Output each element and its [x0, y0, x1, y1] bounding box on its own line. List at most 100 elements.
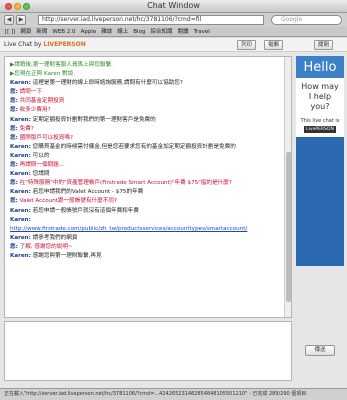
chat-message: 您: 免費? — [10, 125, 286, 134]
message-text: 這裡是第一理財的線上即時諮詢服務,請問有什麼可以協助您? — [30, 80, 183, 87]
print-button[interactable]: 列印 — [237, 40, 257, 50]
message-sender: Karen: — [10, 216, 31, 223]
bookmark-item[interactable]: 雜誌 — [101, 27, 112, 36]
message-text: 您請問 — [30, 171, 50, 178]
brand-logo: Live Chat by LIVEPERSON — [4, 41, 86, 48]
system-message-text: ▶您現在正與 Karen 對談. — [10, 71, 75, 78]
chat-message: 您: Valet Account跟一般帳號有什麼不同? — [10, 197, 286, 206]
chat-message: ▶請稍後,第一理財客服人員馬上與您聯繫. — [10, 61, 286, 70]
message-sender: Karen: — [10, 189, 31, 196]
ad-powered-badge: LivePERSON — [304, 126, 336, 133]
message-sender: Karen: — [10, 171, 31, 178]
email-button[interactable]: 電郵 — [264, 40, 284, 50]
ad-help-text: How may I help you? — [296, 78, 344, 116]
message-sender: Karen: — [10, 234, 31, 241]
message-text: 收多少費用? — [17, 107, 51, 114]
chat-message: 您: 再請問一個問題... — [10, 161, 286, 170]
chat-message: Karen: 這裡是第一理財的線上即時諮詢服務,請問有什麼可以協助您? — [10, 79, 286, 88]
chat-message: ▶您現在正與 Karen 對談. — [10, 70, 286, 79]
message-sender: 您: — [10, 98, 18, 105]
message-text: 共同基金定期投資 — [17, 98, 65, 105]
bookmark-item[interactable]: 網頁 — [20, 27, 31, 36]
back-button[interactable]: ◀ — [4, 15, 14, 25]
message-text: 您購買基金的時候需付傭金,但是您若要求您有的基金加定期定額投資計劃是免費的 — [30, 143, 236, 150]
ad-hello: Hello — [296, 56, 344, 78]
message-sender: Karen: — [10, 143, 31, 150]
brand-name: LIVEPERSON — [43, 41, 86, 48]
chat-message: Karen: 可以的 — [10, 152, 286, 161]
message-sender: 您: — [10, 180, 18, 187]
chat-message: 您: 共同基金定期投資 — [10, 97, 286, 106]
chat-message: Karen: 若您申請我們的Valet Account - $75的年費 — [10, 188, 286, 197]
message-text: 可以的 — [30, 152, 50, 159]
message-list: ▶請稍後,第一理財客服人員馬上與您聯繫. ▶您現在正與 Karen 對談. Kare… — [5, 57, 291, 265]
message-sender: Karen: — [10, 80, 31, 87]
message-text: 請問一下 — [17, 89, 42, 96]
bookmark-item[interactable]: [[ ]] — [5, 27, 15, 36]
message-sender: 您: — [10, 162, 18, 169]
system-message-text: ▶請稍後,第一理財客服人員馬上與您聯繫. — [10, 62, 113, 68]
bookmark-item[interactable]: 新聞 — [36, 27, 47, 36]
message-text: 若您申請一般帳號戶就沒有這個年費和年費 — [30, 207, 139, 214]
chat-message: 您: 國際版戶可以投資嗎? — [10, 134, 286, 143]
chat-message: Karen: 若您申請一般帳號戶就沒有這個年費和年費 — [10, 207, 286, 216]
ad-live-caption: This live chat is — [300, 118, 340, 124]
message-text: 國際版戶可以投資嗎? — [17, 134, 73, 141]
forward-button[interactable]: ▶ — [16, 15, 26, 25]
chat-transcript[interactable]: ▶請稍後,第一理財客服人員馬上與您聯繫. ▶您現在正與 Karen 對談. Kare… — [4, 56, 292, 318]
liveperson-ad[interactable]: Hello How may I help you? This live chat… — [296, 56, 344, 266]
close-chat-button[interactable]: 關閉 — [314, 40, 334, 50]
message-sender: 您: — [10, 107, 18, 114]
bookmark-item[interactable]: Blog — [133, 27, 145, 36]
ad-help-line: How may — [301, 82, 339, 91]
chat-message: 您: 了解, 感謝您的說明~ — [10, 243, 286, 252]
chat-message: Karen: 您購買基金的時候需付傭金,但是您若要求您有的基金加定期定額投資計劃… — [10, 143, 286, 152]
chat-message: Karen: 定期定額投資計劃對我們的第一理財客戶是免費的 — [10, 116, 286, 125]
bookmark-item[interactable]: 綜合知識 — [150, 27, 172, 36]
message-text: 若您申請我們的Valet Account - $75的年費 — [30, 189, 144, 196]
scrollbar-thumb[interactable] — [286, 152, 291, 302]
ad-live-text: This live chat is LivePERSON — [296, 116, 344, 137]
chat-message: Karen: — [10, 216, 286, 225]
chat-page: Live Chat by LIVEPERSON 列印 電郵 關閉 ▶請稍後,第一… — [0, 38, 347, 388]
chat-header: Live Chat by LIVEPERSON 列印 電郵 關閉 — [0, 38, 347, 52]
bookmark-item[interactable]: WEB 2.0 — [52, 27, 75, 36]
window-title: Chat Window — [147, 1, 200, 10]
message-text: 感謝您與第一理財聯繫,再見 — [30, 252, 102, 259]
chat-message: Karen: 感謝您與第一理財聯繫,再見 — [10, 252, 286, 261]
message-text: 免費? — [17, 125, 34, 132]
message-sender: Karen: — [10, 252, 31, 259]
message-text: 定期定額投資計劃對我們的第一理財客戶是免費的 — [30, 116, 156, 123]
message-sender: 您: — [10, 134, 18, 141]
message-sender: 您: — [10, 198, 18, 205]
chat-message: Karen: 您請問 — [10, 170, 286, 179]
chat-message: 您: 請問一下 — [10, 88, 286, 97]
message-sender: Karen: — [10, 116, 31, 123]
ad-help-line: I help — [308, 92, 332, 101]
chat-message: 您: 在"特殊服務"中的"資產管理帳戶(Firstrade Smart Acco… — [10, 179, 286, 188]
message-text: 在"特殊服務"中的"資產管理帳戶(Firstrade Smart Account… — [17, 180, 232, 187]
chat-message: 您: 收多少費用? — [10, 106, 286, 115]
bookmark-item[interactable]: 閱讀 — [177, 27, 188, 36]
ad-help-line: you? — [310, 102, 330, 111]
send-button[interactable]: 傳送 — [305, 345, 335, 356]
bookmarks-bar: [[ ]] 網頁 新聞 WEB 2.0 Apple 雜誌 線上 Blog 綜合知識 閱讀 Trave… — [0, 27, 347, 37]
message-sender: 您: — [10, 125, 18, 132]
search-input[interactable]: Google — [271, 15, 342, 25]
status-bar: 正在載入"http://server.iad.liveperson.net/hc… — [0, 388, 347, 400]
message-sender: 您: — [10, 89, 18, 96]
chat-message: Karen: 請參考我們的網頁 — [10, 234, 286, 243]
bookmark-item[interactable]: Apple — [81, 27, 97, 36]
brand-prefix: Live Chat by — [4, 41, 42, 48]
browser-toolbar: ◀ ▶ http://server.iad.liveperson.net/hc/… — [0, 13, 347, 27]
url-bar[interactable]: http://server.iad.liveperson.net/hc/3781… — [38, 15, 264, 25]
message-text: 了解, 感謝您的說明~ — [17, 243, 73, 250]
chat-message: http://www.firstrade.com/public/zh_tw/pr… — [10, 225, 286, 234]
message-link[interactable]: http://www.firstrade.com/public/zh_tw/pr… — [10, 226, 247, 232]
message-text: 再請問一個問題... — [17, 162, 65, 169]
bookmark-item[interactable]: 線上 — [117, 27, 128, 36]
transcript-scrollbar[interactable] — [284, 57, 291, 317]
message-sender: Karen: — [10, 152, 31, 159]
message-input[interactable] — [4, 321, 292, 381]
bookmark-item[interactable]: Travel — [193, 27, 209, 36]
